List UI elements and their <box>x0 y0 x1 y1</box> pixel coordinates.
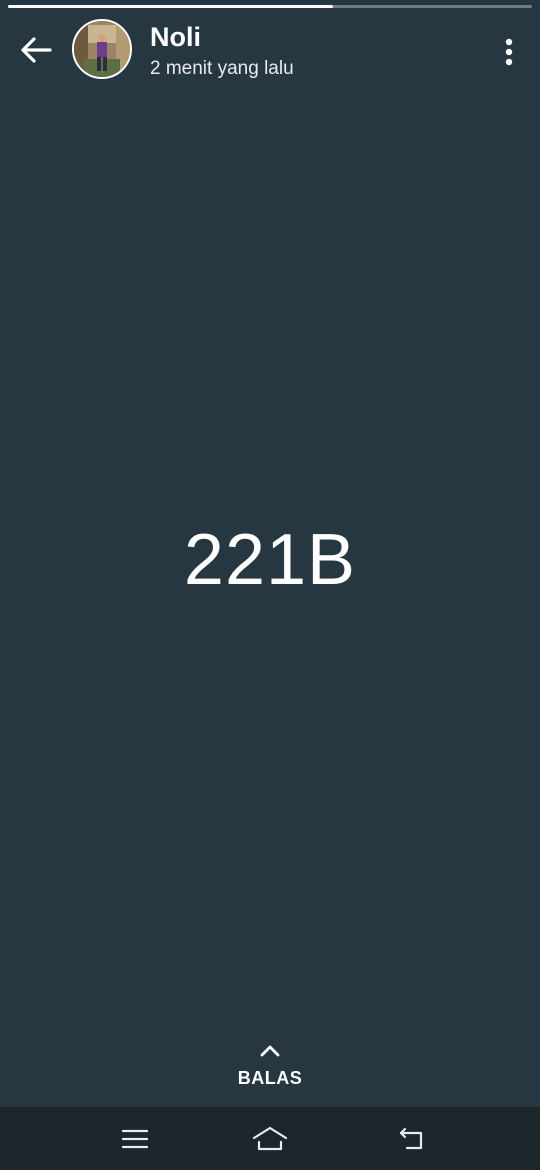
home-icon <box>252 1126 288 1151</box>
contact-name: Noli <box>150 22 201 52</box>
home-button[interactable] <box>245 1119 295 1159</box>
recents-icon <box>121 1129 149 1149</box>
more-vertical-icon <box>505 38 513 66</box>
recents-button[interactable] <box>110 1119 160 1159</box>
status-viewer: Noli 2 menit yang lalu 221B BALAS <box>0 0 540 1170</box>
reply-label: BALAS <box>237 1068 303 1088</box>
status-text: 221B <box>183 520 357 600</box>
status-timestamp: 2 menit yang lalu <box>150 58 294 79</box>
story-progress-bar <box>8 5 532 8</box>
system-navigation-bar <box>0 1107 540 1170</box>
more-options-button[interactable] <box>494 34 524 70</box>
status-header: Noli 2 menit yang lalu <box>0 16 540 86</box>
arrow-left-icon <box>21 37 52 63</box>
chevron-up-icon <box>260 1045 280 1057</box>
avatar[interactable] <box>72 19 132 79</box>
system-back-button[interactable] <box>387 1119 437 1159</box>
back-button[interactable] <box>14 30 58 70</box>
reply-button[interactable]: BALAS <box>0 1040 540 1100</box>
back-icon <box>399 1127 423 1150</box>
story-progress-fill <box>8 5 333 8</box>
avatar-photo <box>74 21 130 77</box>
